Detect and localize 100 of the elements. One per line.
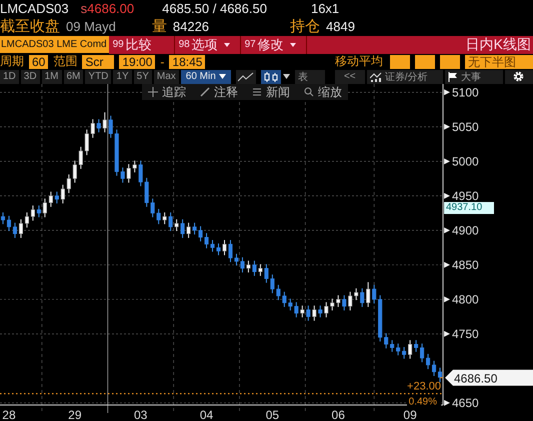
trade-size: 16x1 (310, 1, 340, 16)
lower-panel-dropdown[interactable]: 无下半图 (465, 54, 533, 68)
candlestick (222, 240, 227, 256)
candlestick (180, 218, 185, 238)
axis-tick (444, 296, 450, 302)
interval-dropdown[interactable]: 60 Min (180, 70, 231, 84)
candlestick (408, 340, 412, 360)
crosshair-icon (148, 87, 158, 97)
moving-average-field[interactable] (415, 54, 435, 68)
candlestick (270, 274, 274, 294)
candlestick (204, 232, 209, 249)
lines-icon (252, 87, 262, 97)
range-button[interactable]: YTD (85, 70, 112, 84)
caret-icon (224, 42, 230, 46)
range-button[interactable]: 6M (64, 70, 84, 84)
open-interest-value: 4849 (326, 18, 355, 34)
axis-label: 29 (68, 408, 82, 421)
moving-average-label: 移动平均 (335, 53, 383, 70)
candlestick (186, 222, 191, 238)
axis-tick (444, 400, 450, 406)
candlestick (306, 305, 310, 322)
candlestick (54, 191, 59, 204)
period-label: 周期 (0, 53, 24, 70)
candlestick (30, 204, 35, 222)
volume-label: 量 (152, 16, 167, 36)
candlestick (246, 260, 250, 273)
candlestick (252, 260, 256, 276)
axis-label: 28 (2, 408, 16, 421)
candlestick (234, 253, 239, 266)
events-button[interactable]: 大事 (444, 70, 503, 84)
last-price: 4686.00 (87, 1, 134, 16)
candlestick (414, 340, 418, 352)
candlestick (312, 305, 316, 322)
candlestick (18, 218, 23, 238)
candlestick (390, 340, 394, 352)
ticker: LMCADS03 (0, 1, 69, 16)
search-icon (304, 87, 314, 97)
axis-tick (444, 89, 450, 96)
candlestick-icon (262, 72, 279, 82)
collapse-button[interactable]: << (334, 70, 365, 84)
start-time-field[interactable]: 19:00 (119, 54, 156, 68)
candlestick (12, 222, 18, 238)
time-separator: - (160, 54, 164, 68)
candlestick (240, 256, 244, 273)
candlestick (162, 212, 167, 225)
table-button[interactable]: 表 (294, 70, 325, 84)
candlestick (432, 360, 436, 377)
moving-average-value: 4937.10 (444, 202, 494, 214)
chart-title: 日内K线图 (466, 36, 532, 54)
axis-label: 5000 (452, 154, 479, 168)
axis-label: 5050 (452, 120, 479, 134)
caret-icon (290, 42, 296, 46)
candlestick (426, 353, 430, 370)
change-value: +23.00 (407, 380, 441, 393)
axis-label: 06 (332, 408, 345, 421)
candlestick (42, 198, 47, 218)
security-field[interactable]: LMCADS03 LME Comd (0, 36, 109, 53)
axis-label: 4900 (452, 223, 479, 238)
axis-tick (444, 262, 450, 268)
candlestick (210, 240, 215, 252)
last-price-value: 4686.50 (454, 372, 498, 386)
range-button[interactable]: 1Y (113, 70, 132, 84)
candlestick (402, 346, 406, 360)
source-code: s (80, 1, 88, 16)
moving-average-field[interactable] (440, 54, 460, 68)
axis-tick (444, 192, 450, 199)
candlestick (168, 212, 173, 232)
end-time-field[interactable]: 18:45 (169, 54, 206, 68)
candlestick (198, 226, 203, 242)
range-mode-field[interactable]: Scr (82, 54, 114, 68)
analysis-button[interactable]: 证券/分析 (366, 70, 443, 84)
line-chart-icon (238, 72, 254, 82)
range-button[interactable]: 1M (42, 70, 62, 84)
candlestick (192, 222, 197, 235)
candlestick (258, 264, 262, 276)
candlestick (48, 191, 53, 208)
axis-label: 4950 (452, 188, 479, 203)
flag-icon (448, 72, 458, 82)
candlestick (360, 288, 364, 308)
gear-icon (513, 71, 524, 82)
range-button[interactable]: 5Y (134, 70, 152, 84)
caret-icon[interactable] (282, 74, 290, 79)
candlestick (366, 282, 370, 308)
axis-label: 4750 (452, 326, 479, 341)
candlestick (228, 240, 233, 263)
range-button[interactable]: 3D (20, 70, 40, 84)
candlestick-button[interactable] (260, 70, 281, 84)
bid-ask: 4685.50 / 4686.50 (162, 1, 267, 16)
axis-label: 4800 (452, 292, 479, 306)
open-interest-label: 持仓 (290, 16, 320, 36)
candlestick (36, 204, 41, 218)
line-chart-button[interactable] (236, 70, 256, 84)
range-button[interactable]: 1D (0, 70, 19, 84)
settings-button[interactable] (504, 70, 533, 84)
range-button[interactable]: Max (154, 70, 179, 84)
moving-average-field[interactable] (390, 54, 410, 68)
period-field[interactable]: 60 (29, 54, 48, 68)
candlestick (264, 264, 268, 284)
axis-label: 05 (266, 408, 280, 421)
candlestick (6, 215, 12, 232)
